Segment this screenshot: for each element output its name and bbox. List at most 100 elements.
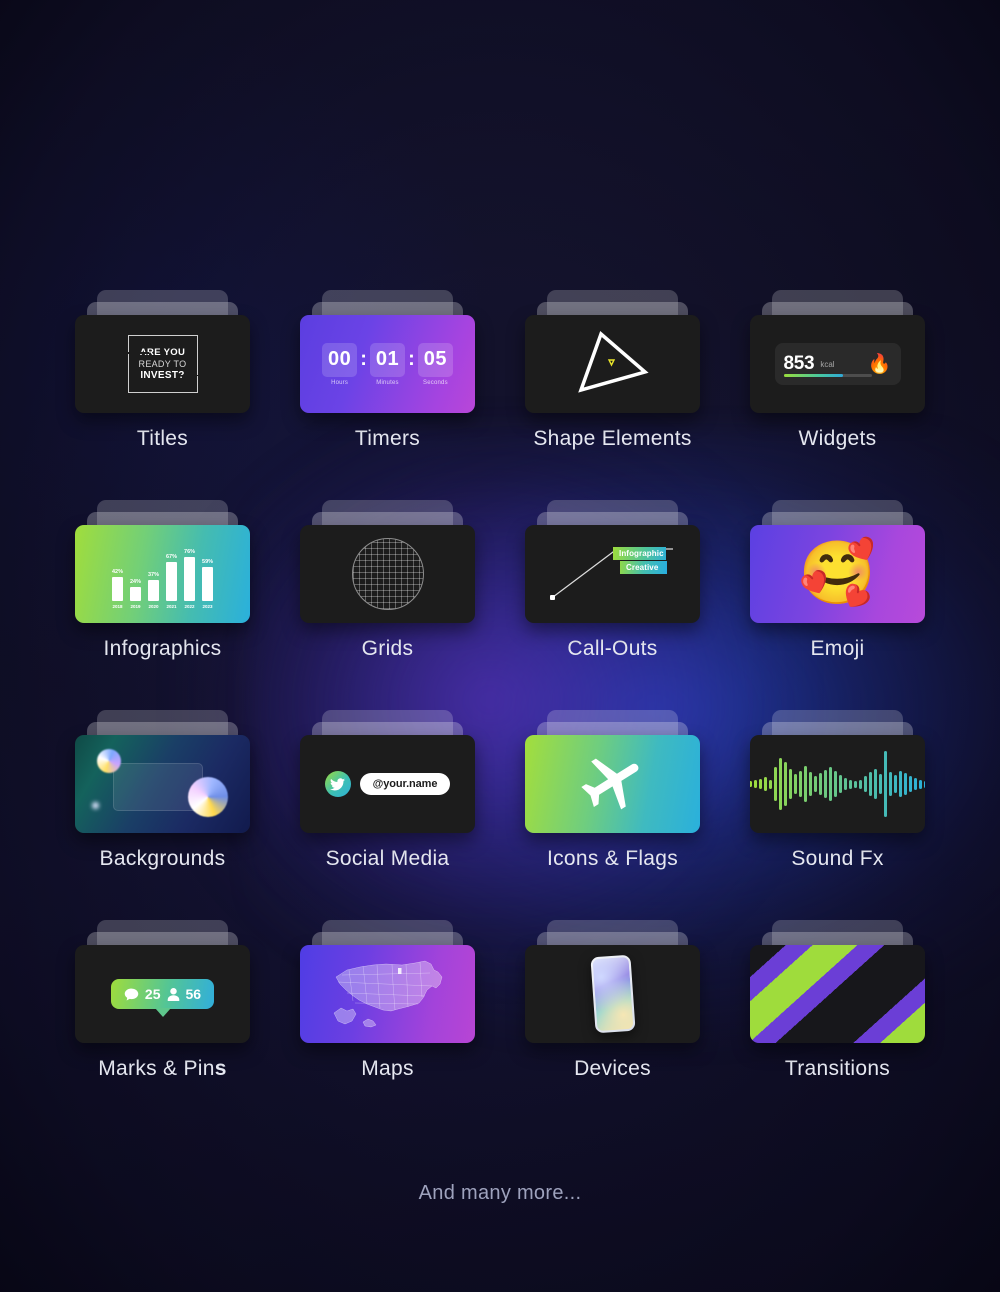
smartphone-screen	[592, 956, 633, 1032]
pack-label-emoji: Emoji	[810, 637, 865, 660]
callout-tags: Infographic Creative	[613, 547, 667, 574]
waveform-bar	[783, 762, 787, 806]
comment-count: 25	[144, 986, 161, 1002]
gradient-sphere-large	[188, 777, 228, 817]
pack-thumbnail-titles: ARE YOU READY TO INVEST?	[75, 315, 250, 413]
pack-card-widgets[interactable]: 853 kcal 🔥 Widgets	[725, 290, 950, 500]
smiling-face-with-hearts-icon: 🥰	[798, 539, 877, 608]
smartphone-icon	[589, 954, 636, 1034]
pack-card-timers[interactable]: 00 Hours : 01 Minutes : 05 Seconds Timer…	[275, 290, 500, 500]
bar-column: 24% 2019	[129, 537, 141, 609]
title-frame: ARE YOU READY TO INVEST?	[127, 335, 198, 393]
waveform-bar	[908, 776, 912, 792]
waveform-bar	[750, 781, 752, 787]
flame-icon: 🔥	[867, 353, 892, 375]
waveform-bar	[828, 767, 832, 801]
waveform-bar	[913, 778, 917, 790]
speech-bubble-icon	[124, 988, 139, 1000]
grid-circle-icon	[351, 538, 424, 610]
card-stack: 00 Hours : 01 Minutes : 05 Seconds	[300, 290, 475, 413]
packs-grid: ARE YOU READY TO INVEST? Titles 00 Hours…	[50, 290, 950, 1130]
pack-label-marks-pins-main: Marks & Pin	[98, 1057, 215, 1080]
bar-chart: 42% 2018 24% 2019 37% 2020 67% 2021 76% 2022 59% 20…	[111, 537, 213, 611]
kcal-progress-fill	[783, 374, 844, 377]
card-stack: @your.name	[300, 710, 475, 833]
pack-card-sound-fx[interactable]: Sound Fx	[725, 710, 950, 920]
card-stack	[300, 920, 475, 1043]
waveform-bar	[843, 778, 847, 790]
kcal-value: 853	[783, 353, 815, 374]
waveform-bar	[758, 779, 762, 789]
gradient-sphere-small	[97, 749, 121, 773]
kcal-unit: kcal	[820, 359, 835, 369]
pack-card-call-outs[interactable]: Infographic Creative Call-Outs	[500, 500, 725, 710]
pack-label-shape-elements: Shape Elements	[533, 427, 692, 450]
pack-label-timers: Timers	[354, 427, 421, 450]
pack-card-emoji[interactable]: 🥰 Emoji	[725, 500, 950, 710]
pack-label-call-outs: Call-Outs	[567, 637, 658, 660]
title-line-2: READY TO	[138, 359, 187, 369]
pack-card-marks-pins[interactable]: 25 56 Marks & Pins	[50, 920, 275, 1130]
pack-card-transitions[interactable]: Transitions	[725, 920, 950, 1130]
pack-thumbnail-maps	[300, 945, 475, 1043]
waveform-bar	[888, 772, 892, 796]
person-icon	[167, 987, 179, 1001]
waveform-bar	[813, 776, 817, 792]
pack-label-icons-flags: Icons & Flags	[546, 847, 679, 870]
pack-thumbnail-icons-flags	[525, 735, 700, 833]
pack-label-backgrounds: Backgrounds	[99, 847, 226, 870]
pin-badge: 25 56	[110, 979, 215, 1009]
card-stack	[300, 500, 475, 623]
waveform-bar	[923, 780, 925, 788]
pack-card-social-media[interactable]: @your.name Social Media	[275, 710, 500, 920]
waveform-bar	[808, 772, 812, 796]
waveform-bar	[848, 779, 852, 789]
pack-card-shape-elements[interactable]: Shape Elements	[500, 290, 725, 500]
card-stack: Infographic Creative	[525, 500, 700, 623]
kcal-widget: 853 kcal 🔥	[774, 343, 901, 385]
pack-card-devices[interactable]: Devices	[500, 920, 725, 1130]
bar-category-label: 2022	[184, 604, 195, 609]
pack-thumbnail-widgets: 853 kcal 🔥	[750, 315, 925, 413]
bar-value-label: 42%	[111, 568, 123, 575]
diagonal-stripes	[750, 945, 925, 1043]
people-count: 56	[185, 986, 202, 1002]
timer-separator-1: :	[360, 347, 367, 370]
pack-card-backgrounds[interactable]: Backgrounds	[50, 710, 275, 920]
bar-category-label: 2019	[130, 604, 141, 609]
pack-label-devices: Devices	[574, 1057, 651, 1080]
pack-thumbnail-infographics: 42% 2018 24% 2019 37% 2020 67% 2021 76% 2022 59% 20…	[75, 525, 250, 623]
timer-separator-2: :	[408, 347, 415, 370]
pack-thumbnail-shape-elements	[525, 315, 700, 413]
pack-label-marks-pins: Marks & Pins	[98, 1057, 226, 1081]
card-stack: ARE YOU READY TO INVEST?	[75, 290, 250, 413]
pack-thumbnail-marks-pins: 25 56	[75, 945, 250, 1043]
pack-card-icons-flags[interactable]: Icons & Flags	[500, 710, 725, 920]
bar	[184, 556, 196, 601]
waveform-bar	[893, 775, 897, 793]
pack-label-transitions: Transitions	[784, 1057, 891, 1080]
waveform-bar	[903, 773, 907, 795]
social-handle: @your.name	[359, 773, 451, 795]
bar-column: 67% 2021	[166, 537, 177, 609]
bar	[166, 562, 177, 601]
pack-thumbnail-backgrounds	[75, 735, 250, 833]
pack-label-titles: Titles	[136, 427, 189, 450]
bar	[111, 576, 123, 601]
twitter-bird-icon	[324, 771, 351, 797]
pack-card-maps[interactable]: Maps	[275, 920, 500, 1130]
waveform-bar	[838, 775, 842, 793]
card-stack: 🥰	[750, 500, 925, 623]
card-stack	[750, 920, 925, 1043]
bar-category-label: 2020	[148, 604, 159, 609]
pack-card-grids[interactable]: Grids	[275, 500, 500, 710]
poster-root: What’s Inside? The bundle includes 20+ u…	[0, 0, 1000, 1292]
callout-tag-2: Creative	[620, 561, 667, 574]
timer-minutes: 01 Minutes	[369, 342, 406, 386]
pack-card-titles[interactable]: ARE YOU READY TO INVEST? Titles	[50, 290, 275, 500]
waveform-bar	[878, 774, 882, 794]
waveform-bar	[788, 769, 792, 799]
pack-card-infographics[interactable]: 42% 2018 24% 2019 37% 2020 67% 2021 76% 2022 59% 20…	[50, 500, 275, 710]
timer-seconds-value: 05	[417, 342, 454, 377]
waveform-bar	[918, 779, 922, 789]
